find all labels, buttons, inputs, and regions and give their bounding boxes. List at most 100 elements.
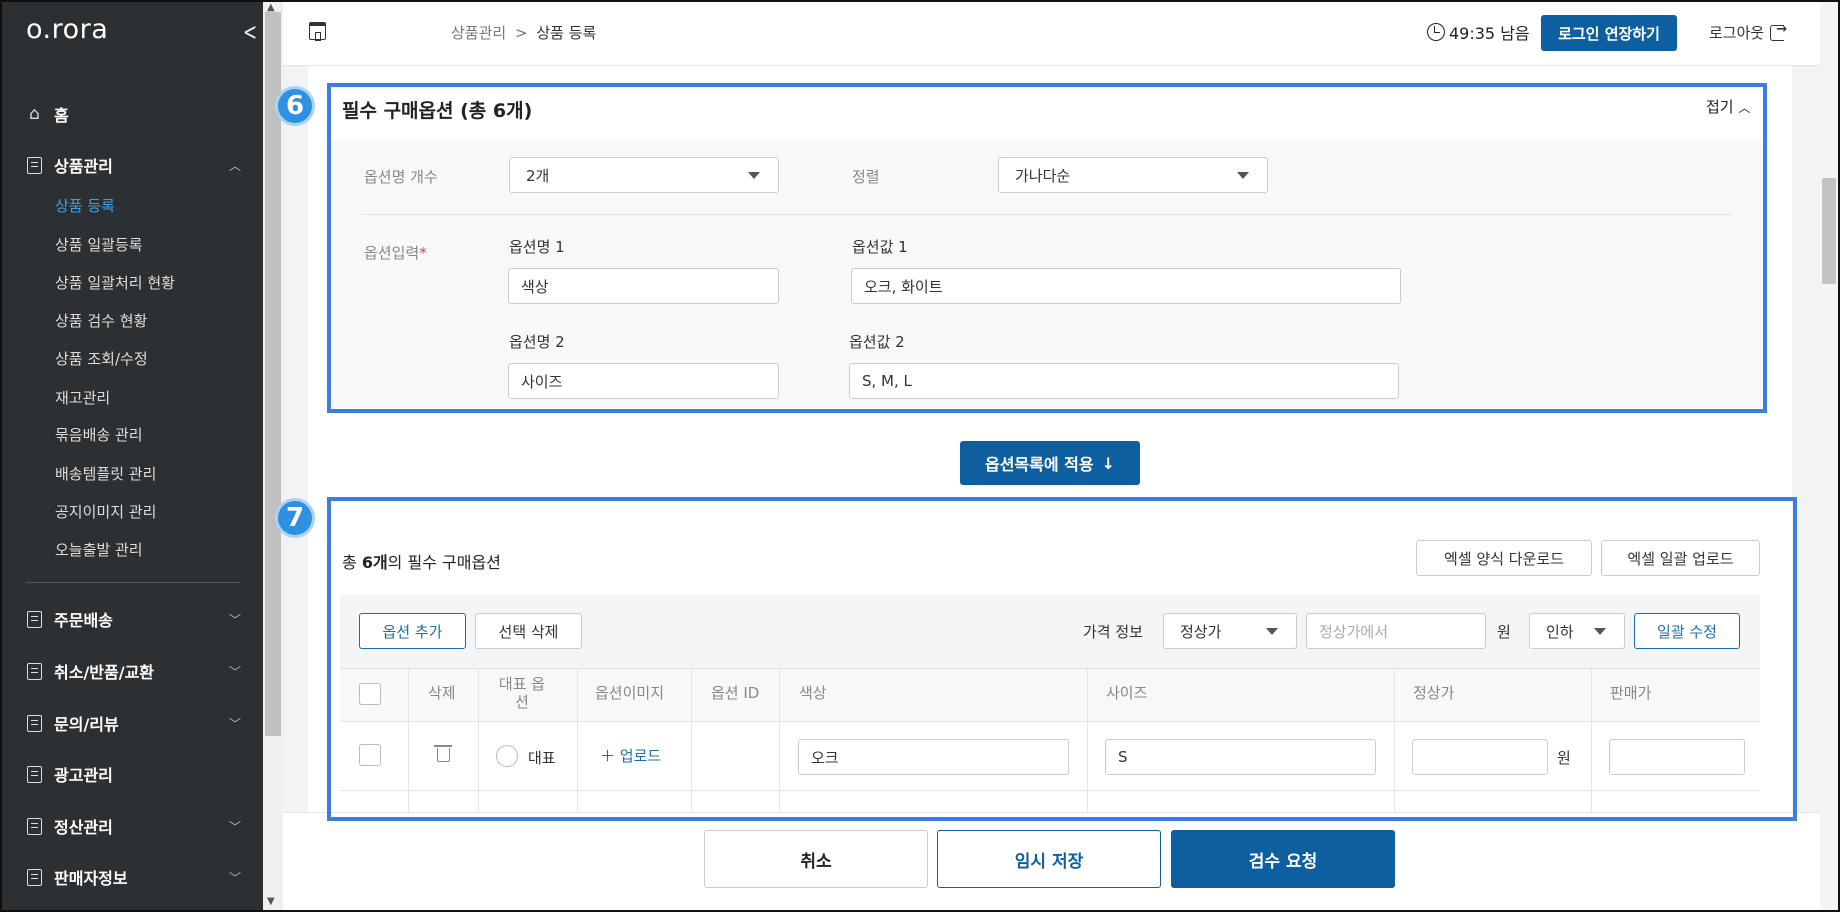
apply-to-option-list-button[interactable]: 옵션목록에 적용 ↓ xyxy=(960,441,1140,485)
fold-label: 접기 xyxy=(1706,98,1734,116)
option-count-label: 옵션명 개수 xyxy=(364,168,438,186)
review-request-button[interactable]: 검수 요청 xyxy=(1171,830,1395,888)
dropdown-caret-icon xyxy=(1594,628,1606,635)
sidebar-divider xyxy=(26,582,240,583)
session-timer: 49:35 남음 xyxy=(1427,20,1530,44)
sidebar-scrollbar-thumb[interactable] xyxy=(265,12,281,736)
cancel-button[interactable]: 취소 xyxy=(704,830,928,888)
breadcrumb-parent[interactable]: 상품관리 xyxy=(451,24,506,42)
home-icon: ⌂ xyxy=(29,104,40,124)
excel-bulk-upload-button[interactable]: 엑셀 일괄 업로드 xyxy=(1601,540,1760,576)
row-size-input[interactable]: S xyxy=(1105,739,1376,775)
sidebar-item-label: 취소/반품/교환 xyxy=(54,663,155,682)
chevron-down-icon: ﹀ xyxy=(229,870,242,885)
option-name-1-label: 옵션명 1 xyxy=(509,238,565,256)
breadcrumb: 상품관리 > 상품 등록 xyxy=(451,22,596,43)
document-icon xyxy=(26,714,43,732)
col-header-option-image: 옵션이미지 xyxy=(595,684,665,702)
logout-icon xyxy=(1770,22,1787,41)
sidebar-sub-shipping-template[interactable]: 배송템플릿 관리 xyxy=(55,463,156,484)
required-mark: * xyxy=(419,244,427,262)
row-sale-price-input[interactable] xyxy=(1609,739,1745,775)
row-color-input[interactable]: 오크 xyxy=(798,739,1069,775)
sidebar-sub-bundle-shipping[interactable]: 묶음배송 관리 xyxy=(55,424,143,445)
sidebar-item-product-mgmt[interactable]: 상품관리 ︿ xyxy=(0,145,263,185)
add-option-button[interactable]: 옵션 추가 xyxy=(359,613,466,649)
sidebar-sub-review-status[interactable]: 상품 검수 현황 xyxy=(55,310,147,331)
col-header-representative: 대표 옵션 xyxy=(498,675,546,711)
sidebar-item-inquiry-review[interactable]: 문의/리뷰 ﹀ xyxy=(0,703,263,743)
option-input-label: 옵션입력* xyxy=(364,242,427,263)
option-name-2-input[interactable]: 사이즈 xyxy=(508,363,779,399)
logout-label: 로그아웃 xyxy=(1709,24,1765,42)
sidebar-item-orders[interactable]: 주문배송 ﹀ xyxy=(0,599,263,639)
option-total-text: 총 6개의 필수 구매옵션 xyxy=(342,549,501,573)
sidebar-sub-product-register[interactable]: 상품 등록 xyxy=(55,195,115,216)
sidebar-item-settlement[interactable]: 정산관리 ﹀ xyxy=(0,806,263,846)
sidebar-sub-notice-image[interactable]: 공지이미지 관리 xyxy=(55,501,156,522)
sidebar-item-ads[interactable]: 광고관리 xyxy=(0,754,263,794)
representative-radio[interactable] xyxy=(496,745,518,767)
document-icon xyxy=(26,662,43,680)
sidebar: o.rora < ⌂ 홈 상품관리 ︿ 상품 등록 상품 일괄등록 상품 일괄처… xyxy=(0,0,263,912)
sidebar-item-label: 판매자정보 xyxy=(54,869,128,888)
dropdown-caret-icon xyxy=(748,172,760,179)
logo: o.rora xyxy=(26,14,109,45)
col-divider xyxy=(779,668,780,816)
sidebar-item-label: 문의/리뷰 xyxy=(54,715,119,734)
price-amount-input[interactable]: 정상가에서 xyxy=(1306,613,1486,649)
price-direction-select[interactable]: 인하 xyxy=(1529,613,1625,649)
select-all-checkbox[interactable] xyxy=(359,683,381,705)
main-scrollbar-thumb[interactable] xyxy=(1822,178,1836,284)
col-header-regular-price: 정상가 xyxy=(1413,684,1455,702)
sidebar-sub-bulk-status[interactable]: 상품 일괄처리 현황 xyxy=(55,272,175,293)
col-divider xyxy=(577,668,578,816)
sidebar-item-label: 주문배송 xyxy=(54,611,113,630)
delete-selected-button[interactable]: 선택 삭제 xyxy=(475,613,582,649)
extend-login-button[interactable]: 로그인 연장하기 xyxy=(1541,15,1677,51)
col-header-color: 색상 xyxy=(799,684,827,702)
sort-select[interactable]: 가나다순 xyxy=(998,157,1268,193)
bulk-edit-button[interactable]: 일괄 수정 xyxy=(1634,613,1740,649)
clock-icon xyxy=(1427,23,1445,41)
option-value-2-input[interactable]: S, M, L xyxy=(849,363,1399,399)
sidebar-item-home[interactable]: ⌂ 홈 xyxy=(0,94,263,134)
breadcrumb-current: 상품 등록 xyxy=(536,24,597,42)
sidebar-sub-product-search[interactable]: 상품 조회/수정 xyxy=(55,348,148,369)
total-prefix: 총 xyxy=(342,553,362,572)
sidebar-item-label: 홈 xyxy=(54,106,69,125)
trash-icon[interactable] xyxy=(434,745,452,762)
price-type-value: 정상가 xyxy=(1180,622,1222,641)
chevron-down-icon: ﹀ xyxy=(229,664,242,679)
logout-button[interactable]: 로그아웃 xyxy=(1709,22,1787,43)
sidebar-item-label: 정산관리 xyxy=(54,818,113,837)
upload-image-link[interactable]: ＋ 업로드 xyxy=(600,745,661,766)
col-divider xyxy=(1087,668,1088,816)
scroll-up-arrow-icon[interactable]: ▲ xyxy=(267,2,275,13)
temp-save-button[interactable]: 임시 저장 xyxy=(937,830,1161,888)
option-value-1-input[interactable]: 오크, 화이트 xyxy=(851,268,1401,304)
main-scrollbar[interactable] xyxy=(1820,0,1840,912)
col-header-option-id: 옵션 ID xyxy=(711,684,760,702)
col-header-size: 사이즈 xyxy=(1106,684,1148,702)
price-type-select[interactable]: 정상가 xyxy=(1163,613,1297,649)
row-won-unit: 원 xyxy=(1557,749,1571,767)
sidebar-sub-inventory[interactable]: 재고관리 xyxy=(55,387,110,408)
collapse-sidebar-icon[interactable]: < xyxy=(243,18,257,46)
option-name-1-input[interactable]: 색상 xyxy=(508,268,779,304)
sidebar-sub-today-shipping[interactable]: 오늘출발 관리 xyxy=(55,539,143,560)
excel-template-download-button[interactable]: 엑셀 양식 다운로드 xyxy=(1416,540,1592,576)
store-icon[interactable] xyxy=(309,22,326,41)
chevron-up-icon: ︿ xyxy=(229,158,242,173)
sidebar-sub-bulk-register[interactable]: 상품 일괄등록 xyxy=(55,234,143,255)
apply-button-label: 옵션목록에 적용 xyxy=(984,455,1094,474)
row-checkbox[interactable] xyxy=(359,744,381,766)
sidebar-item-cancel-return[interactable]: 취소/반품/교환 ﹀ xyxy=(0,651,263,691)
col-divider xyxy=(408,668,409,816)
sidebar-item-seller-info[interactable]: 판매자정보 ﹀ xyxy=(0,857,263,897)
option-count-select[interactable]: 2개 xyxy=(509,157,779,193)
step-badge-6: 6 xyxy=(275,86,315,126)
scroll-down-arrow-icon[interactable]: ▼ xyxy=(267,896,275,907)
row-regular-price-input[interactable] xyxy=(1412,739,1548,775)
fold-button[interactable]: 접기 ︿ xyxy=(1706,96,1750,117)
